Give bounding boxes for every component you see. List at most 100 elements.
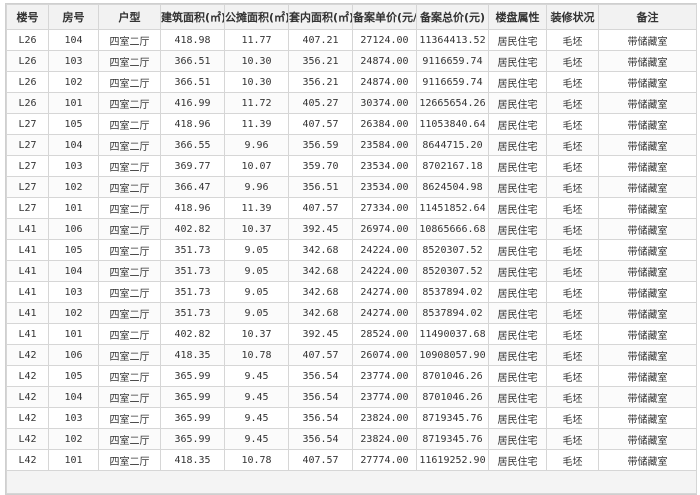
cell-property-type: 居民住宅 — [488, 155, 547, 177]
cell-shared-area: 9.96 — [224, 134, 289, 156]
cell-layout: 四室二厅 — [98, 407, 161, 429]
cell-decoration: 毛坯 — [546, 365, 599, 387]
cell-total-price: 8644715.20 — [416, 134, 489, 156]
cell-gross-area: 366.51 — [160, 71, 225, 93]
cell-gross-area: 351.73 — [160, 281, 225, 303]
cell-room-no: 103 — [48, 281, 99, 303]
cell-layout: 四室二厅 — [98, 386, 161, 408]
cell-unit-price: 24224.00 — [352, 260, 417, 282]
cell-remarks: 带储藏室 — [598, 176, 697, 198]
cell-total-price: 8702167.18 — [416, 155, 489, 177]
cell-gross-area: 402.82 — [160, 218, 225, 240]
cell-decoration: 毛坯 — [546, 281, 599, 303]
table-row: L42 106 四室二厅 418.35 10.78 407.57 26074.00 10908… — [6, 344, 697, 366]
cell-gross-area: 369.77 — [160, 155, 225, 177]
cell-unit-price: 28524.00 — [352, 323, 417, 345]
cell-layout: 四室二厅 — [98, 176, 161, 198]
cell-net-area: 356.54 — [288, 428, 353, 450]
cell-property-type: 居民住宅 — [488, 29, 547, 51]
cell-shared-area: 9.45 — [224, 428, 289, 450]
cell-remarks: 带储藏室 — [598, 365, 697, 387]
cell-property-type: 居民住宅 — [488, 50, 547, 72]
cell-remarks: 带储藏室 — [598, 218, 697, 240]
cell-remarks: 带储藏室 — [598, 260, 697, 282]
cell-unit-price: 23534.00 — [352, 155, 417, 177]
cell-room-no: 101 — [48, 92, 99, 114]
cell-shared-area: 10.30 — [224, 71, 289, 93]
column-header-layout: 户型 — [98, 4, 161, 30]
cell-shared-area: 9.05 — [224, 260, 289, 282]
cell-decoration: 毛坯 — [546, 113, 599, 135]
table-footer-row — [6, 470, 697, 494]
cell-room-no: 104 — [48, 386, 99, 408]
cell-decoration: 毛坯 — [546, 71, 599, 93]
cell-building-no: L26 — [6, 50, 49, 72]
table-row: L41 102 四室二厅 351.73 9.05 342.68 24274.00 853789… — [6, 302, 697, 324]
cell-total-price: 10865666.68 — [416, 218, 489, 240]
cell-shared-area: 10.30 — [224, 50, 289, 72]
cell-shared-area: 11.72 — [224, 92, 289, 114]
cell-building-no: L41 — [6, 281, 49, 303]
cell-decoration: 毛坯 — [546, 428, 599, 450]
cell-building-no: L42 — [6, 386, 49, 408]
cell-shared-area: 9.05 — [224, 239, 289, 261]
cell-net-area: 407.21 — [288, 29, 353, 51]
housing-price-table-container: 楼号房号户型建筑面积(㎡)公摊面积(㎡)套内面积(㎡)备案单价(元/㎡)备案总价… — [5, 3, 697, 495]
cell-shared-area: 11.39 — [224, 197, 289, 219]
cell-unit-price: 27124.00 — [352, 29, 417, 51]
cell-shared-area: 9.05 — [224, 281, 289, 303]
cell-total-price: 8701046.26 — [416, 386, 489, 408]
cell-unit-price: 24224.00 — [352, 239, 417, 261]
cell-gross-area: 366.55 — [160, 134, 225, 156]
cell-shared-area: 10.78 — [224, 344, 289, 366]
cell-property-type: 居民住宅 — [488, 92, 547, 114]
cell-gross-area: 418.35 — [160, 344, 225, 366]
cell-shared-area: 10.37 — [224, 323, 289, 345]
column-header-building-no: 楼号 — [6, 4, 49, 30]
cell-gross-area: 365.99 — [160, 407, 225, 429]
cell-unit-price: 26074.00 — [352, 344, 417, 366]
cell-room-no: 105 — [48, 365, 99, 387]
table-row: L26 103 四室二厅 366.51 10.30 356.21 24874.00 91166… — [6, 50, 697, 72]
cell-shared-area: 11.39 — [224, 113, 289, 135]
cell-building-no: L42 — [6, 365, 49, 387]
cell-building-no: L42 — [6, 407, 49, 429]
cell-net-area: 359.70 — [288, 155, 353, 177]
cell-gross-area: 402.82 — [160, 323, 225, 345]
table-row: L41 103 四室二厅 351.73 9.05 342.68 24274.00 853789… — [6, 281, 697, 303]
cell-layout: 四室二厅 — [98, 428, 161, 450]
cell-remarks: 带储藏室 — [598, 302, 697, 324]
cell-room-no: 105 — [48, 239, 99, 261]
cell-gross-area: 351.73 — [160, 260, 225, 282]
table-row: L42 103 四室二厅 365.99 9.45 356.54 23824.00 871934… — [6, 407, 697, 429]
cell-net-area: 392.45 — [288, 218, 353, 240]
cell-gross-area: 418.98 — [160, 29, 225, 51]
cell-total-price: 11364413.52 — [416, 29, 489, 51]
column-header-decoration: 装修状况 — [546, 4, 599, 30]
cell-building-no: L27 — [6, 134, 49, 156]
cell-layout: 四室二厅 — [98, 134, 161, 156]
cell-unit-price: 23774.00 — [352, 365, 417, 387]
table-row: L26 102 四室二厅 366.51 10.30 356.21 24874.00 91166… — [6, 71, 697, 93]
cell-unit-price: 27334.00 — [352, 197, 417, 219]
cell-room-no: 101 — [48, 197, 99, 219]
cell-net-area: 356.54 — [288, 365, 353, 387]
cell-shared-area: 9.45 — [224, 365, 289, 387]
cell-room-no: 104 — [48, 29, 99, 51]
cell-layout: 四室二厅 — [98, 218, 161, 240]
cell-property-type: 居民住宅 — [488, 176, 547, 198]
table-row: L41 104 四室二厅 351.73 9.05 342.68 24224.00 852030… — [6, 260, 697, 282]
cell-total-price: 11619252.90 — [416, 449, 489, 471]
cell-layout: 四室二厅 — [98, 155, 161, 177]
cell-decoration: 毛坯 — [546, 176, 599, 198]
cell-property-type: 居民住宅 — [488, 197, 547, 219]
column-header-room-no: 房号 — [48, 4, 99, 30]
cell-total-price: 8701046.26 — [416, 365, 489, 387]
cell-property-type: 居民住宅 — [488, 365, 547, 387]
cell-decoration: 毛坯 — [546, 50, 599, 72]
cell-gross-area: 366.47 — [160, 176, 225, 198]
cell-net-area: 405.27 — [288, 92, 353, 114]
cell-building-no: L42 — [6, 344, 49, 366]
cell-gross-area: 416.99 — [160, 92, 225, 114]
cell-total-price: 9116659.74 — [416, 50, 489, 72]
